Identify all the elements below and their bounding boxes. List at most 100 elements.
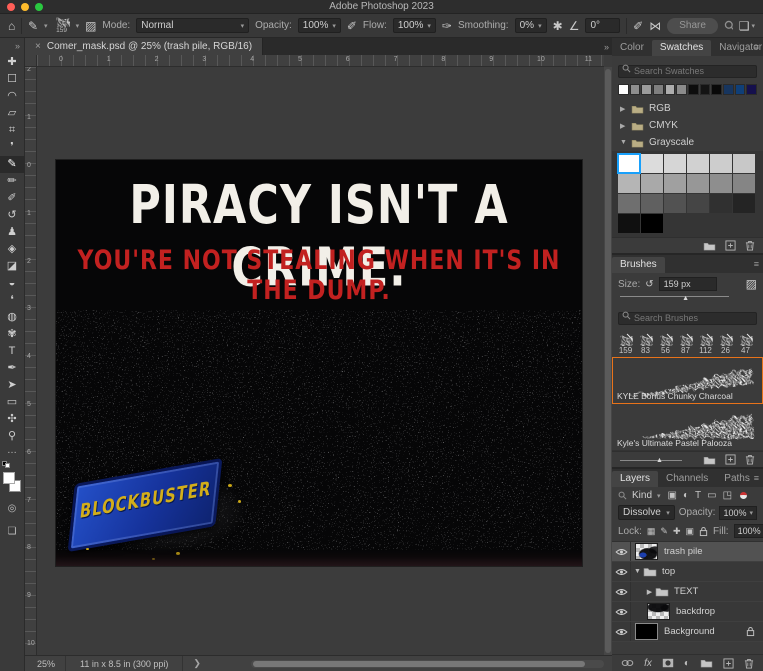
pasteboard[interactable]: PIRACY ISN'T A CRIME. YOU'RE NOT STEALIN… <box>37 67 604 655</box>
lock-artboard-icon[interactable]: ▣ <box>686 526 695 537</box>
chevron-down-icon[interactable]: ▾ <box>76 22 80 30</box>
layer-row[interactable]: backdrop <box>612 602 763 622</box>
tool-dodge-tool[interactable]: ◍ <box>0 309 25 326</box>
tool-type-tool[interactable]: T <box>0 343 25 360</box>
tool-rectangle-tool[interactable]: ▭ <box>0 394 25 411</box>
swatch[interactable] <box>711 84 723 95</box>
swatch[interactable] <box>710 194 732 213</box>
swatch[interactable] <box>629 84 641 95</box>
eye-icon[interactable] <box>615 628 628 636</box>
filter-pixel-layers-icon[interactable]: ▣ <box>668 490 677 501</box>
swatch[interactable] <box>676 84 688 95</box>
tool-paint-bucket-tool[interactable]: ◒ <box>0 275 25 292</box>
tool-crop-tool[interactable]: ⌗ <box>0 122 25 139</box>
zoom-level[interactable]: 25% <box>25 659 65 669</box>
swatch[interactable] <box>723 84 734 95</box>
brush-preset[interactable]: KYLE Bonus Chunky Charcoal <box>612 357 763 404</box>
chevron-down-icon[interactable]: ▼ <box>620 139 627 146</box>
close-tab-icon[interactable]: × <box>35 41 41 52</box>
layer-row[interactable]: Background <box>612 622 763 642</box>
swatch[interactable] <box>664 194 686 213</box>
screen-mode-icon[interactable]: ❏ <box>8 524 17 539</box>
tab-layers[interactable]: Layers <box>612 471 659 487</box>
search-brushes-input[interactable] <box>618 311 757 325</box>
layer-thumbnail[interactable] <box>647 603 670 620</box>
eye-icon[interactable] <box>615 588 628 596</box>
swatch-group-cmyk[interactable]: ▶ CMYK <box>612 117 763 134</box>
swatch[interactable] <box>733 194 755 213</box>
document-canvas[interactable]: PIRACY ISN'T A CRIME. YOU'RE NOT STEALIN… <box>56 160 582 566</box>
layer-row[interactable]: ▶ TEXT <box>612 582 763 602</box>
eye-icon[interactable] <box>615 608 628 616</box>
tool-pen-tool[interactable]: ✒ <box>0 360 25 377</box>
delete-swatch-icon[interactable] <box>745 240 755 251</box>
chevron-down-icon[interactable]: ▼ <box>633 568 642 575</box>
swatch[interactable] <box>653 84 664 95</box>
lock-image-icon[interactable]: ✎ <box>660 526 668 537</box>
tab-brushes[interactable]: Brushes <box>612 257 665 273</box>
swatch[interactable] <box>687 154 709 173</box>
tool-lasso-tool[interactable]: ◠ <box>0 88 25 105</box>
swatch[interactable] <box>641 154 663 173</box>
lock-transparency-icon[interactable]: ▦ <box>647 526 656 537</box>
swatch[interactable] <box>617 153 641 174</box>
swatch[interactable] <box>641 174 663 193</box>
horizontal-scrollbar[interactable] <box>250 659 604 668</box>
swatch[interactable] <box>618 174 640 193</box>
layer-thumbnail[interactable] <box>635 543 658 560</box>
pressure-size-icon[interactable]: ✐ <box>633 20 643 32</box>
filter-kind-dropdown[interactable]: Kind <box>632 490 652 501</box>
tab-color[interactable]: Color <box>612 40 652 56</box>
close-window-button[interactable] <box>7 3 15 11</box>
swatch[interactable] <box>710 154 732 173</box>
brush-settings-panel-toggle-icon[interactable]: ▨ <box>85 20 96 32</box>
layer-row[interactable]: trash pile <box>612 542 763 562</box>
tool-marquee-tool[interactable]: ☐ <box>0 71 25 88</box>
swatch[interactable] <box>618 194 640 213</box>
swatch[interactable] <box>734 84 746 95</box>
panel-menu-icon[interactable]: ≡ <box>754 42 759 52</box>
smoothing-dropdown[interactable]: 0% ▾ <box>514 18 547 33</box>
zoom-window-button[interactable] <box>35 3 43 11</box>
search-icon[interactable] <box>724 20 733 32</box>
filter-toggle-icon[interactable] <box>740 492 748 499</box>
layer-visibility-toggle[interactable] <box>612 602 631 621</box>
tool-eraser-tool[interactable]: ◪ <box>0 258 25 275</box>
tool-pattern-stamp-tool[interactable]: ◈ <box>0 241 25 258</box>
tool-history-brush-tool[interactable]: ↺ <box>0 207 25 224</box>
eye-icon[interactable] <box>615 548 628 556</box>
minimize-window-button[interactable] <box>21 3 29 11</box>
search-swatches-input[interactable] <box>618 64 757 78</box>
new-adjustment-layer-icon[interactable]: ◐ <box>684 658 690 669</box>
chevron-right-icon[interactable]: ▶ <box>645 588 654 596</box>
swatch[interactable] <box>618 84 629 95</box>
brush-tip[interactable]: 87 <box>676 333 695 355</box>
brush-tip[interactable]: 26 <box>716 333 735 355</box>
filter-type-layers-icon[interactable]: T <box>695 490 701 501</box>
swatch[interactable] <box>710 174 732 193</box>
swatch[interactable] <box>687 194 709 213</box>
link-layers-icon[interactable] <box>621 659 634 667</box>
vertical-ruler[interactable]: 2 1 0 1 2 3 4 5 6 7 8 9 10 <box>25 67 37 655</box>
new-group-icon[interactable] <box>703 241 716 251</box>
tool-blur-tool[interactable]: ❛ <box>0 292 25 309</box>
tool-hand-tool[interactable]: ✣ <box>0 411 25 428</box>
tools-collapse-icon[interactable]: » <box>15 38 24 54</box>
chevron-down-icon[interactable]: ▾ <box>657 492 661 500</box>
vertical-scrollbar[interactable] <box>604 67 612 655</box>
new-layer-group-icon[interactable] <box>700 658 713 668</box>
tool-eyedropper-tool[interactable]: ❜ <box>0 139 25 156</box>
tool-move-tool[interactable]: ✚ <box>0 54 25 71</box>
brush-tip[interactable]: 47 <box>736 333 755 355</box>
swatch[interactable] <box>733 154 755 173</box>
swatch-group-rgb[interactable]: ▶ RGB <box>612 100 763 117</box>
layer-visibility-toggle[interactable] <box>612 562 631 581</box>
new-brush-icon[interactable] <box>725 454 736 465</box>
tool-smudge-tool[interactable]: ✾ <box>0 326 25 343</box>
tab-channels[interactable]: Channels <box>658 471 716 487</box>
slider-thumb[interactable]: ▲ <box>682 295 689 302</box>
symmetry-butterfly-icon[interactable]: ⋈ <box>649 20 661 32</box>
swatch[interactable] <box>641 214 663 233</box>
layer-thumbnail[interactable] <box>635 623 658 640</box>
thumbnail-size-slider[interactable]: ▲ <box>620 456 682 464</box>
